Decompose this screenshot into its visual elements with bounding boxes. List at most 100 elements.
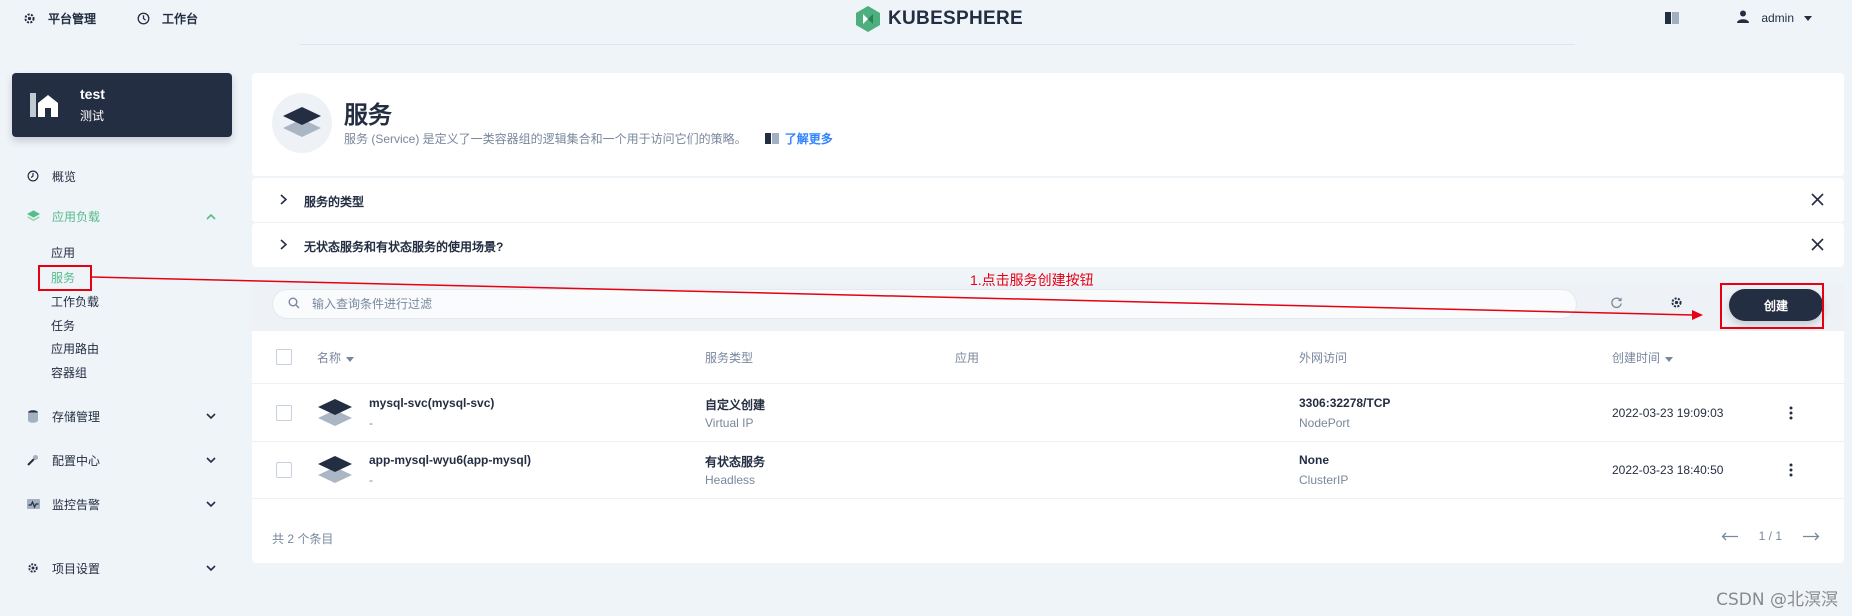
- sidebar-item-label: 概览: [52, 169, 77, 184]
- learn-more-link[interactable]: 了解更多: [764, 130, 833, 147]
- page-indicator: 1 / 1: [1758, 529, 1782, 543]
- service-name-link[interactable]: app-mysql-wyu6(app-mysql): [369, 453, 531, 467]
- sidebar-sub-workloads[interactable]: 工作负载: [51, 293, 99, 310]
- sidebar-sub-routes[interactable]: 应用路由: [51, 340, 99, 357]
- sidebar-sub-apps[interactable]: 应用: [51, 244, 75, 261]
- annotation-highlight-services: [38, 265, 92, 291]
- more-actions-icon[interactable]: [1783, 462, 1799, 478]
- divider: [300, 44, 1575, 45]
- sidebar-item-overview[interactable]: 概览: [26, 166, 220, 186]
- service-description: -: [369, 416, 373, 430]
- column-header-label: 名称: [317, 351, 342, 365]
- sidebar-item-label: 监控告警: [52, 497, 101, 512]
- user-name: admin: [1761, 11, 1794, 25]
- workbench-link[interactable]: 工作台: [136, 10, 198, 27]
- chevron-right-icon: [280, 239, 288, 253]
- dashboard-icon: [136, 12, 150, 26]
- created-time: 2022-03-23 18:40:50: [1612, 463, 1724, 477]
- service-name-link[interactable]: mysql-svc(mysql-svc): [369, 396, 494, 410]
- sidebar-item-monitoring[interactable]: 监控告警: [26, 494, 220, 514]
- divider: [252, 383, 1844, 384]
- sort-down-icon: [346, 351, 355, 365]
- workbench-label: 工作台: [162, 12, 199, 26]
- external-access-type: ClusterIP: [1299, 473, 1349, 487]
- close-icon[interactable]: [1811, 193, 1824, 209]
- logo-text: KUBESPHERE: [888, 8, 1023, 29]
- project-alias: 测试: [80, 109, 105, 123]
- column-header-label: 创建时间: [1612, 351, 1661, 365]
- refresh-icon[interactable]: [1610, 296, 1623, 312]
- chevron-down-icon: [206, 409, 216, 423]
- user-menu[interactable]: admin: [1737, 10, 1812, 26]
- project-card[interactable]: test 测试: [12, 73, 232, 137]
- more-actions-icon[interactable]: [1783, 405, 1799, 421]
- monitor-icon: [26, 497, 40, 511]
- kubesphere-logo-icon: [856, 6, 880, 32]
- layers-icon: [26, 209, 40, 223]
- sidebar-item-label: 存储管理: [52, 409, 101, 424]
- service-type: 有状态服务: [705, 455, 766, 469]
- user-icon: [1737, 10, 1750, 26]
- sidebar-item-workloads[interactable]: 应用负载: [26, 206, 220, 226]
- project-icon: [30, 93, 58, 117]
- platform-management-label: 平台管理: [48, 12, 97, 26]
- top-bar: 平台管理 工作台 KUBESPHERE admin: [0, 0, 1852, 38]
- external-access-type: NodePort: [1299, 416, 1350, 430]
- search-icon: [288, 297, 300, 312]
- sidebar-sub-jobs[interactable]: 任务: [51, 317, 75, 334]
- faq-item-service-types[interactable]: 服务的类型: [252, 178, 1844, 222]
- select-all-checkbox[interactable]: [276, 349, 292, 365]
- faq-item-use-cases[interactable]: 无状态服务和有状态服务的使用场景?: [252, 223, 1844, 267]
- service-type: 自定义创建: [705, 398, 766, 412]
- divider: [252, 498, 1844, 499]
- chevron-down-icon: [206, 561, 216, 575]
- sidebar-item-config[interactable]: 配置中心: [26, 450, 220, 470]
- arrow-right-icon[interactable]: [1802, 532, 1820, 541]
- services-table: 名称 服务类型 应用 外网访问 创建时间 mysql-svc(mysql-svc…: [252, 331, 1844, 563]
- faq-title: 无状态服务和有状态服务的使用场景?: [304, 240, 504, 254]
- kubesphere-logo[interactable]: KUBESPHERE: [856, 6, 1023, 32]
- learn-more-label: 了解更多: [784, 132, 833, 146]
- column-header-app: 应用: [955, 351, 980, 365]
- page-description-text: 服务 (Service) 是定义了一类容器组的逻辑集合和一个用于访问它们的策略。: [344, 132, 747, 146]
- sidebar-sub-pods[interactable]: 容器组: [51, 364, 87, 381]
- page-description: 服务 (Service) 是定义了一类容器组的逻辑集合和一个用于访问它们的策略。…: [344, 130, 833, 147]
- external-access: 3306:32278/TCP: [1299, 396, 1391, 410]
- search-bar[interactable]: [272, 289, 1577, 319]
- gear-icon: [22, 12, 36, 26]
- document-icon[interactable]: [1665, 12, 1680, 24]
- search-input[interactable]: [312, 297, 1512, 311]
- faq-title: 服务的类型: [304, 195, 365, 209]
- sidebar-item-settings[interactable]: 项目设置: [26, 558, 220, 578]
- annotation-highlight-create: [1720, 283, 1824, 329]
- caret-down-icon: [1804, 11, 1812, 25]
- document-icon: [764, 133, 779, 144]
- arrow-left-icon[interactable]: [1721, 532, 1739, 541]
- column-header-access: 外网访问: [1299, 351, 1348, 365]
- close-icon[interactable]: [1811, 238, 1824, 254]
- settings-icon[interactable]: [1670, 296, 1683, 312]
- sidebar-item-label: 配置中心: [52, 453, 101, 468]
- chevron-down-icon: [206, 497, 216, 511]
- service-icon: [272, 93, 332, 153]
- page-header: 服务 服务 (Service) 是定义了一类容器组的逻辑集合和一个用于访问它们的…: [252, 73, 1844, 176]
- wrench-icon: [26, 453, 40, 467]
- external-access: None: [1299, 453, 1329, 467]
- overview-icon: [26, 169, 40, 183]
- page-title: 服务: [344, 102, 392, 129]
- column-header-name[interactable]: 名称: [317, 349, 355, 366]
- gear-icon: [26, 561, 40, 575]
- chevron-up-icon: [206, 209, 216, 223]
- row-checkbox[interactable]: [276, 462, 292, 478]
- service-type-sub: Virtual IP: [705, 416, 754, 430]
- database-icon: [26, 409, 40, 423]
- sidebar-item-storage[interactable]: 存储管理: [26, 406, 220, 426]
- pagination: 1 / 1: [1721, 529, 1820, 543]
- service-type-sub: Headless: [705, 473, 756, 487]
- service-icon: [318, 456, 352, 483]
- service-description: -: [369, 473, 373, 487]
- column-header-type: 服务类型: [705, 351, 754, 365]
- column-header-created[interactable]: 创建时间: [1612, 349, 1674, 366]
- platform-management-link[interactable]: 平台管理: [22, 10, 96, 27]
- row-checkbox[interactable]: [276, 405, 292, 421]
